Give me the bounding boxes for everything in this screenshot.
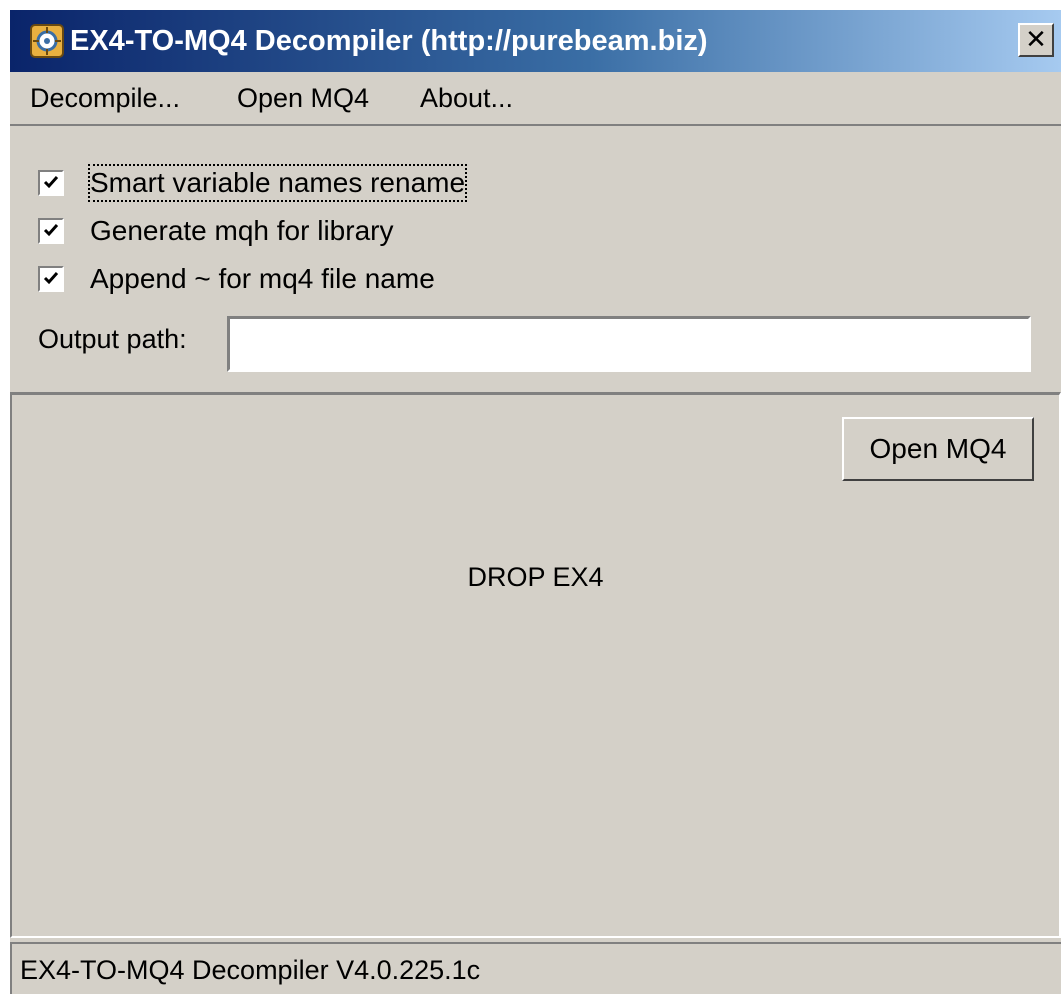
smart-rename-label[interactable]: Smart variable names rename (87, 164, 468, 202)
close-button[interactable]: ✕ (1018, 23, 1054, 57)
checkmark-icon (43, 272, 59, 285)
generate-mqh-label[interactable]: Generate mqh for library (90, 214, 393, 248)
status-bar: EX4-TO-MQ4 Decompiler V4.0.225.1c (10, 942, 1061, 994)
output-path-label: Output path: (38, 324, 187, 354)
menu-open-mq4[interactable]: Open MQ4 (237, 82, 369, 114)
checkmark-icon (43, 224, 59, 237)
checkmark-icon (43, 176, 59, 189)
window-title: EX4-TO-MQ4 Decompiler (http://purebeam.b… (70, 25, 708, 57)
menu-decompile[interactable]: Decompile... (30, 82, 180, 114)
menu-about[interactable]: About... (420, 82, 513, 114)
append-tilde-checkbox[interactable] (38, 266, 64, 292)
status-text: EX4-TO-MQ4 Decompiler V4.0.225.1c (20, 955, 481, 985)
open-mq4-button[interactable]: Open MQ4 (842, 417, 1034, 481)
output-path-input[interactable] (227, 316, 1031, 372)
decompiler-window: EX4-TO-MQ4 Decompiler (http://purebeam.b… (10, 10, 1061, 994)
menu-bar: Decompile... Open MQ4 About... (10, 72, 1061, 124)
drop-area[interactable]: Open MQ4 DROP EX4 (10, 392, 1061, 938)
smart-rename-checkbox[interactable] (38, 170, 64, 196)
close-icon: ✕ (1025, 24, 1047, 54)
title-bar[interactable]: EX4-TO-MQ4 Decompiler (http://purebeam.b… (10, 10, 1061, 72)
options-panel: Smart variable names rename Generate mqh… (10, 124, 1061, 396)
append-tilde-label[interactable]: Append ~ for mq4 file name (90, 262, 435, 296)
generate-mqh-checkbox[interactable] (38, 218, 64, 244)
drop-ex4-label: DROP EX4 (467, 562, 604, 592)
app-icon[interactable] (30, 24, 64, 58)
